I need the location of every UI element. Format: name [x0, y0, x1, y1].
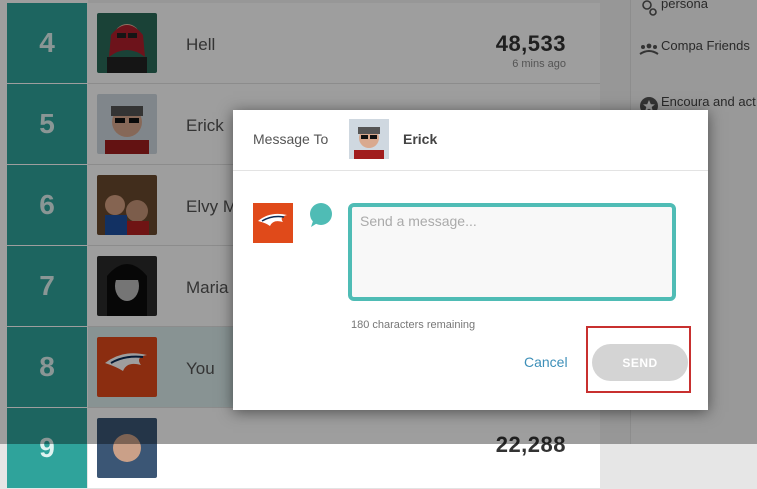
recipient-avatar: [349, 119, 389, 159]
message-to-label: Message To: [253, 131, 329, 147]
characters-remaining: 180 characters remaining: [351, 319, 476, 331]
speech-bubble-icon: [307, 203, 333, 229]
sender-avatar: [253, 203, 293, 243]
cancel-button[interactable]: Cancel: [524, 354, 568, 370]
message-input[interactable]: [348, 203, 676, 301]
dialog-header: Message To Erick: [233, 110, 708, 171]
send-highlight-outline: [586, 326, 691, 393]
recipient-name: Erick: [403, 131, 438, 147]
